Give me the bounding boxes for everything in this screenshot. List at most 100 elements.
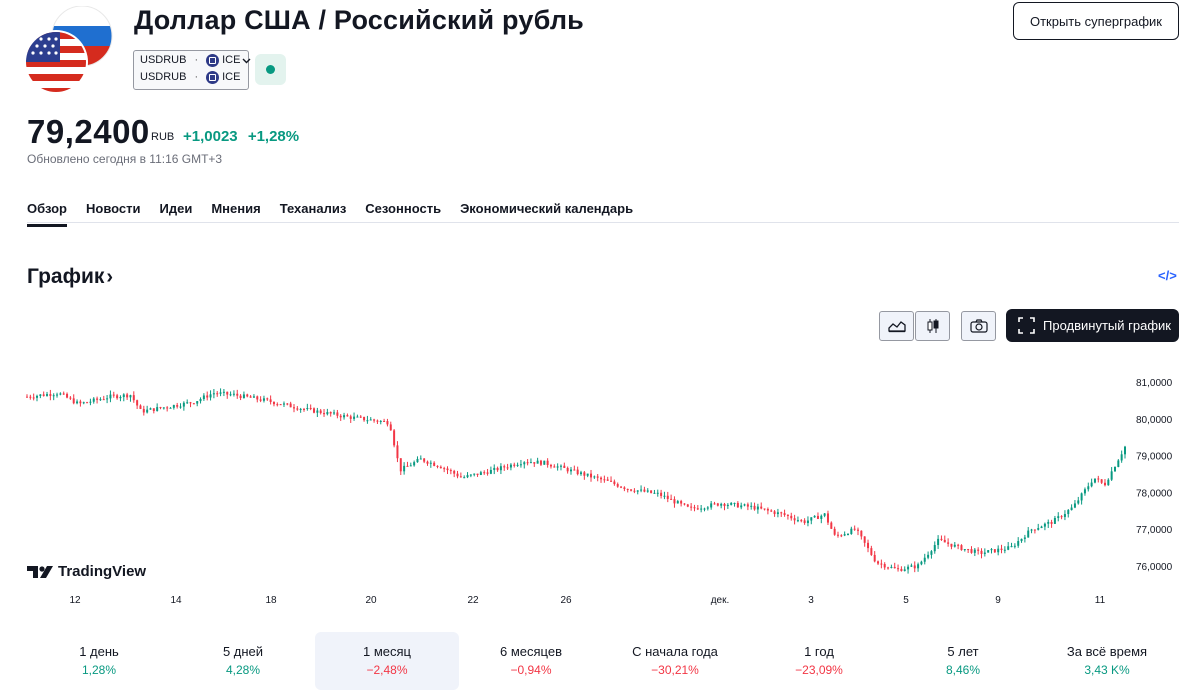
candle-body	[179, 406, 182, 408]
x-tick-label: 14	[170, 595, 182, 606]
candle-body	[853, 528, 856, 530]
candle-body	[723, 503, 726, 507]
candle-body	[690, 506, 693, 508]
period-all-time[interactable]: За всё время 3,43 K%	[1035, 632, 1179, 690]
candle-body	[383, 421, 386, 423]
candle-body	[790, 515, 793, 519]
candle-body	[219, 392, 222, 394]
candle-body	[610, 480, 613, 482]
open-supergraph-button[interactable]: Открыть суперграфик	[1013, 2, 1179, 40]
candle-body	[449, 470, 452, 472]
symbol-selector[interactable]: USDRUB · ICE USDRUB · ICE	[133, 50, 251, 90]
candle-body	[222, 391, 225, 393]
candle-body	[232, 393, 235, 395]
candle-body	[549, 464, 552, 467]
tab-overview[interactable]: Обзор	[27, 201, 67, 227]
candle-body	[266, 398, 269, 400]
candle-body	[993, 549, 996, 553]
candle-body	[96, 398, 99, 400]
candle-body	[990, 549, 993, 551]
candle-body	[523, 462, 526, 465]
candle-body	[780, 512, 783, 514]
period-label: 5 лет	[947, 644, 979, 659]
candle-body	[903, 569, 906, 572]
candle-body	[386, 421, 389, 425]
symbol-row[interactable]: USDRUB · ICE	[140, 53, 251, 67]
candle-body	[917, 564, 920, 569]
chevron-down-icon[interactable]	[242, 56, 251, 65]
candle-body	[810, 517, 813, 521]
candle-body	[1073, 503, 1076, 508]
brand-name: TradingView	[58, 563, 147, 580]
candle-body	[373, 419, 376, 421]
candle-body	[446, 468, 449, 471]
candle-body	[756, 506, 759, 510]
market-status-indicator[interactable]	[255, 54, 286, 85]
candle-body	[823, 513, 826, 516]
candle-body	[279, 404, 282, 406]
embed-code-icon[interactable]: </>	[1158, 268, 1177, 283]
area-chart-button[interactable]	[879, 311, 914, 341]
tabs-divider	[27, 222, 1179, 223]
candle-body	[29, 396, 32, 398]
tab-news[interactable]: Новости	[86, 201, 141, 227]
candle-body	[356, 416, 359, 418]
candle-body	[633, 490, 636, 492]
period-label: 6 месяцев	[500, 644, 562, 659]
tab-technicals[interactable]: Теханализ	[280, 201, 347, 227]
period-label: За всё время	[1066, 644, 1148, 659]
candle-body	[106, 398, 109, 400]
period-5d[interactable]: 5 дней 4,28%	[171, 632, 315, 690]
tab-seasonality[interactable]: Сезонность	[365, 201, 441, 227]
tab-ideas[interactable]: Идеи	[160, 201, 193, 227]
candles-chart-button[interactable]	[915, 311, 950, 341]
advanced-chart-button[interactable]: Продвинутый график	[1006, 309, 1179, 342]
candle-body	[950, 543, 953, 547]
period-5y[interactable]: 5 лет 8,46%	[891, 632, 1035, 690]
tab-economic-calendar[interactable]: Экономический календарь	[460, 201, 633, 227]
candle-body	[863, 536, 866, 543]
candle-body	[39, 394, 42, 396]
candle-body	[313, 408, 316, 413]
candle-body	[503, 466, 506, 468]
candle-body	[626, 488, 629, 490]
candle-body	[650, 490, 653, 493]
candle-body	[559, 465, 562, 467]
candle-body	[696, 508, 699, 510]
candle-body	[1017, 541, 1020, 546]
period-1m[interactable]: 1 месяц −2,48%	[315, 632, 459, 690]
candle-body	[937, 538, 940, 546]
candle-body	[927, 554, 930, 558]
screenshot-button[interactable]	[961, 311, 996, 341]
separator: ·	[194, 71, 199, 83]
symbol-row[interactable]: USDRUB · ICE	[140, 70, 240, 84]
candle-body	[1080, 493, 1083, 501]
period-6m[interactable]: 6 месяцев −0,94%	[459, 632, 603, 690]
candle-body	[773, 511, 776, 515]
tradingview-logo[interactable]: TradingView	[27, 563, 146, 580]
usd-rub-flag-icon	[26, 6, 113, 92]
candle-body	[496, 467, 499, 471]
candle-body	[593, 476, 596, 478]
candle-body	[726, 504, 729, 507]
candle-body	[1047, 521, 1050, 524]
candle-body	[1057, 516, 1060, 518]
candle-body	[159, 407, 162, 409]
chart-section-title[interactable]: График ›	[27, 265, 113, 289]
candle-body	[323, 413, 326, 415]
y-tick-label: 80,0000	[1136, 415, 1173, 426]
tab-opinions[interactable]: Мнения	[211, 201, 260, 227]
candle-body	[72, 398, 75, 404]
candle-body	[940, 538, 943, 540]
candle-body	[326, 411, 329, 415]
candle-body	[796, 520, 799, 522]
candle-body	[733, 502, 736, 504]
candle-body	[59, 393, 62, 395]
price-chart[interactable]: 81,0000 80,0000 79,0000 78,0000 77,0000 76,00…	[0, 355, 1200, 613]
period-1d[interactable]: 1 день 1,28%	[27, 632, 171, 690]
period-ytd[interactable]: С начала года −30,21%	[603, 632, 747, 690]
period-1y[interactable]: 1 год −23,09%	[747, 632, 891, 690]
candle-body	[142, 408, 145, 413]
candle-body	[1103, 482, 1106, 486]
candle-body	[653, 492, 656, 494]
